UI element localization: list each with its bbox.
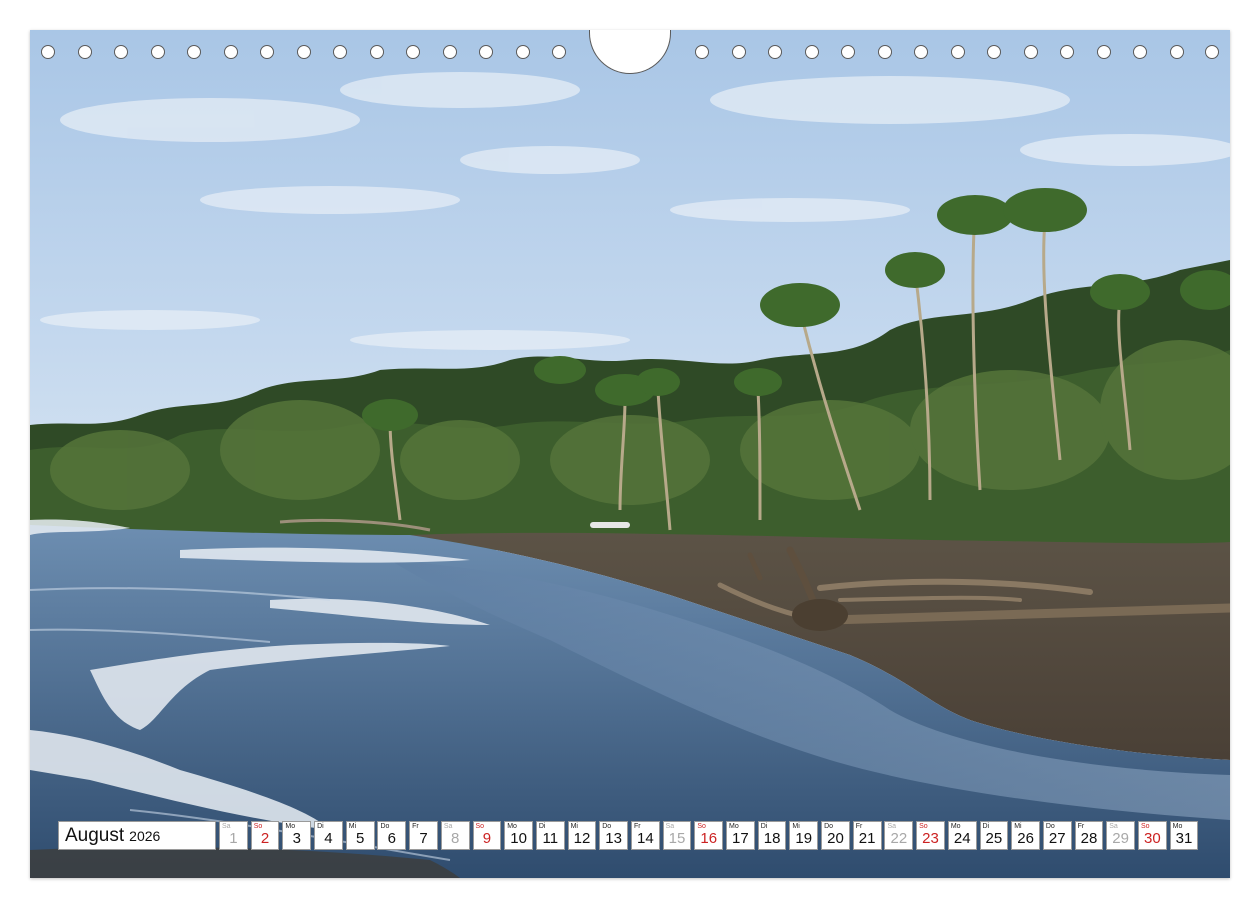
day-number: 13 bbox=[605, 830, 622, 847]
day-number: 24 bbox=[953, 830, 971, 847]
day-number: 7 bbox=[419, 830, 428, 847]
day-number: 4 bbox=[324, 830, 333, 847]
month-name: August bbox=[65, 824, 125, 846]
day-number: 3 bbox=[292, 830, 301, 847]
day-number: 28 bbox=[1080, 830, 1098, 847]
day-number: 11 bbox=[542, 830, 559, 847]
day-cell: Mi 26 bbox=[1011, 821, 1040, 850]
day-cell: Mo 17 bbox=[726, 821, 755, 850]
day-number: 27 bbox=[1048, 830, 1066, 847]
day-cell: Fr 28 bbox=[1074, 821, 1104, 850]
day-number: 8 bbox=[451, 830, 460, 847]
day-cell: Do 6 bbox=[377, 821, 407, 850]
day-cell: Do 20 bbox=[821, 821, 850, 850]
beach-photo bbox=[30, 30, 1230, 878]
day-number: 17 bbox=[732, 830, 749, 847]
year: 2026 bbox=[129, 827, 161, 844]
calendar-bar: August 2026 Sa 1 So 2 Mo 3 Di 4 Mi 5 Do 6 Fr 7 Sa 8 So 9 M… bbox=[58, 821, 1201, 850]
day-number: 5 bbox=[355, 830, 365, 847]
day-cell: Sa 15 bbox=[662, 821, 692, 850]
day-number: 16 bbox=[700, 830, 718, 847]
day-number: 30 bbox=[1143, 830, 1161, 847]
day-number: 14 bbox=[636, 830, 654, 847]
day-cell: Mo 3 bbox=[282, 821, 312, 850]
day-number: 9 bbox=[482, 830, 492, 847]
day-cell: So 2 bbox=[250, 821, 280, 850]
day-number: 19 bbox=[795, 830, 813, 847]
day-number: 6 bbox=[387, 830, 396, 847]
day-cell: So 30 bbox=[1137, 821, 1167, 850]
day-number: 20 bbox=[827, 830, 844, 847]
day-cell: Fr 7 bbox=[409, 821, 438, 850]
days-row: Sa 1 So 2 Mo 3 Di 4 Mi 5 Do 6 Fr 7 Sa 8 So 9 Mo 10 Di 11 Mi 12 D… bbox=[219, 821, 1201, 850]
day-cell: Fr 14 bbox=[630, 821, 660, 850]
month-label: August 2026 bbox=[58, 821, 216, 850]
day-cell: Mo 31 bbox=[1169, 821, 1199, 850]
day-cell: Di 18 bbox=[757, 821, 787, 850]
day-cell: Mi 5 bbox=[345, 821, 375, 850]
day-number: 15 bbox=[668, 830, 686, 847]
day-cell: Di 25 bbox=[979, 821, 1009, 850]
day-cell: So 23 bbox=[916, 821, 945, 850]
day-cell: Do 13 bbox=[599, 821, 629, 850]
day-cell: So 9 bbox=[472, 821, 502, 850]
day-cell: Di 11 bbox=[535, 821, 565, 850]
day-cell: Mo 10 bbox=[504, 821, 533, 850]
day-number: 12 bbox=[573, 830, 591, 847]
day-cell: Sa 1 bbox=[219, 821, 248, 850]
day-number: 23 bbox=[922, 830, 939, 847]
day-cell: Mi 19 bbox=[789, 821, 819, 850]
day-cell: Fr 21 bbox=[852, 821, 882, 850]
day-cell: Sa 22 bbox=[884, 821, 914, 850]
day-number: 26 bbox=[1017, 830, 1034, 847]
day-number: 31 bbox=[1175, 830, 1193, 847]
day-cell: So 16 bbox=[694, 821, 724, 850]
day-number: 2 bbox=[260, 830, 270, 847]
day-cell: Sa 29 bbox=[1106, 821, 1136, 850]
day-number: 10 bbox=[510, 830, 527, 847]
day-cell: Di 4 bbox=[314, 821, 343, 850]
day-number: 21 bbox=[858, 830, 876, 847]
day-cell: Mo 24 bbox=[947, 821, 977, 850]
day-number: 22 bbox=[890, 830, 908, 847]
day-number: 18 bbox=[763, 830, 781, 847]
day-cell: Mi 12 bbox=[567, 821, 597, 850]
day-number: 1 bbox=[229, 830, 238, 847]
day-number: 29 bbox=[1112, 830, 1129, 847]
day-number: 25 bbox=[985, 830, 1003, 847]
day-cell: Sa 8 bbox=[440, 821, 470, 850]
day-cell: Do 27 bbox=[1042, 821, 1072, 850]
